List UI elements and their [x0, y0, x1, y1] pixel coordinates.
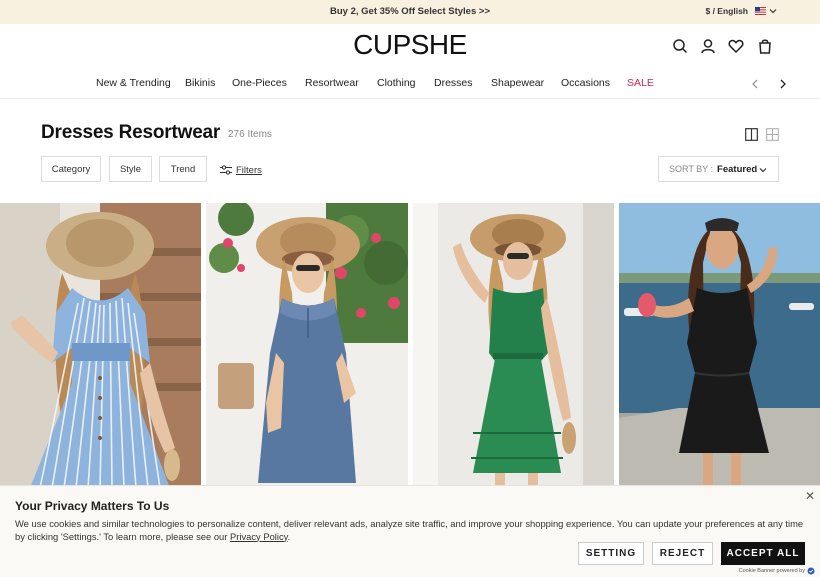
category-filter-button[interactable]: Category [41, 156, 101, 182]
nav-prev-arrow-icon[interactable] [749, 77, 761, 91]
product-image [619, 203, 820, 488]
chevron-down-icon [769, 9, 777, 14]
cookie-title: Your Privacy Matters To Us [15, 499, 170, 513]
nav-item-occasions[interactable]: Occasions [561, 77, 610, 89]
product-card-black-dress[interactable] [619, 203, 820, 488]
nav-next-arrow-icon[interactable] [777, 77, 789, 91]
filters-link-label: Filters [236, 164, 262, 176]
trend-filter-button[interactable]: Trend [159, 156, 207, 182]
nav-item-shapewear[interactable]: Shapewear [491, 77, 544, 89]
two-column-view-icon[interactable] [745, 128, 758, 141]
main-nav: New & Trending Bikinis One-Pieces Resort… [0, 77, 820, 91]
style-filter-button[interactable]: Style [109, 156, 152, 182]
product-card-green-dress[interactable] [413, 203, 614, 488]
four-column-view-icon[interactable] [766, 128, 779, 141]
shield-check-icon [807, 567, 815, 575]
product-image [413, 203, 614, 488]
site-logo[interactable]: CUPSHE [0, 29, 820, 61]
cookie-accept-all-button[interactable]: ACCEPT ALL [721, 542, 805, 565]
shopping-bag-icon[interactable] [757, 38, 773, 54]
sort-label: SORT BY : [669, 164, 714, 174]
cookie-setting-button[interactable]: SETTING [578, 542, 644, 565]
header-divider [0, 98, 820, 99]
search-icon[interactable] [672, 38, 688, 54]
product-card-denim-dress[interactable] [206, 203, 408, 488]
nav-item-dresses[interactable]: Dresses [434, 77, 473, 89]
nav-item-bikinis[interactable]: Bikinis [185, 77, 215, 89]
sort-by-dropdown[interactable]: SORT BY : Featured [658, 156, 779, 182]
nav-item-resortwear[interactable]: Resortwear [305, 77, 359, 89]
product-card-blue-striped-dress[interactable] [0, 203, 201, 488]
nav-item-clothing[interactable]: Clothing [377, 77, 416, 89]
sort-value: Featured [717, 163, 758, 175]
filter-sliders-icon [220, 165, 232, 175]
account-icon[interactable] [700, 38, 716, 54]
cookie-reject-button[interactable]: REJECT [652, 542, 713, 565]
cookie-body-text: We use cookies and similar technologies … [15, 518, 804, 542]
close-icon[interactable]: ✕ [805, 489, 815, 503]
nav-item-new-trending[interactable]: New & Trending [96, 77, 171, 89]
powered-by-text: Cookie Banner powered by [738, 568, 805, 574]
cookie-body: We use cookies and similar technologies … [15, 518, 805, 543]
cookie-powered-by: Cookie Banner powered by [739, 567, 815, 575]
us-flag-icon [755, 7, 766, 15]
privacy-policy-link[interactable]: Privacy Policy [230, 531, 288, 542]
filters-link[interactable]: Filters [220, 163, 262, 177]
cookie-banner: ✕ Your Privacy Matters To Us We use cook… [0, 485, 820, 577]
nav-item-sale[interactable]: SALE [627, 77, 654, 89]
product-image [206, 203, 408, 488]
product-image [0, 203, 201, 488]
announcement-link[interactable]: Buy 2, Get 35% Off Select Styles >> [0, 6, 820, 17]
wishlist-heart-icon[interactable] [728, 38, 744, 54]
item-count: 276 Items [228, 129, 272, 140]
chevron-down-icon [759, 168, 767, 173]
locale-label: $ / English [705, 6, 748, 16]
nav-item-one-pieces[interactable]: One-Pieces [232, 77, 287, 89]
page-title: Dresses Resortwear [41, 122, 221, 143]
announcement-bar: Buy 2, Get 35% Off Select Styles >> $ / … [0, 0, 820, 24]
cookie-body-period: . [287, 530, 291, 542]
